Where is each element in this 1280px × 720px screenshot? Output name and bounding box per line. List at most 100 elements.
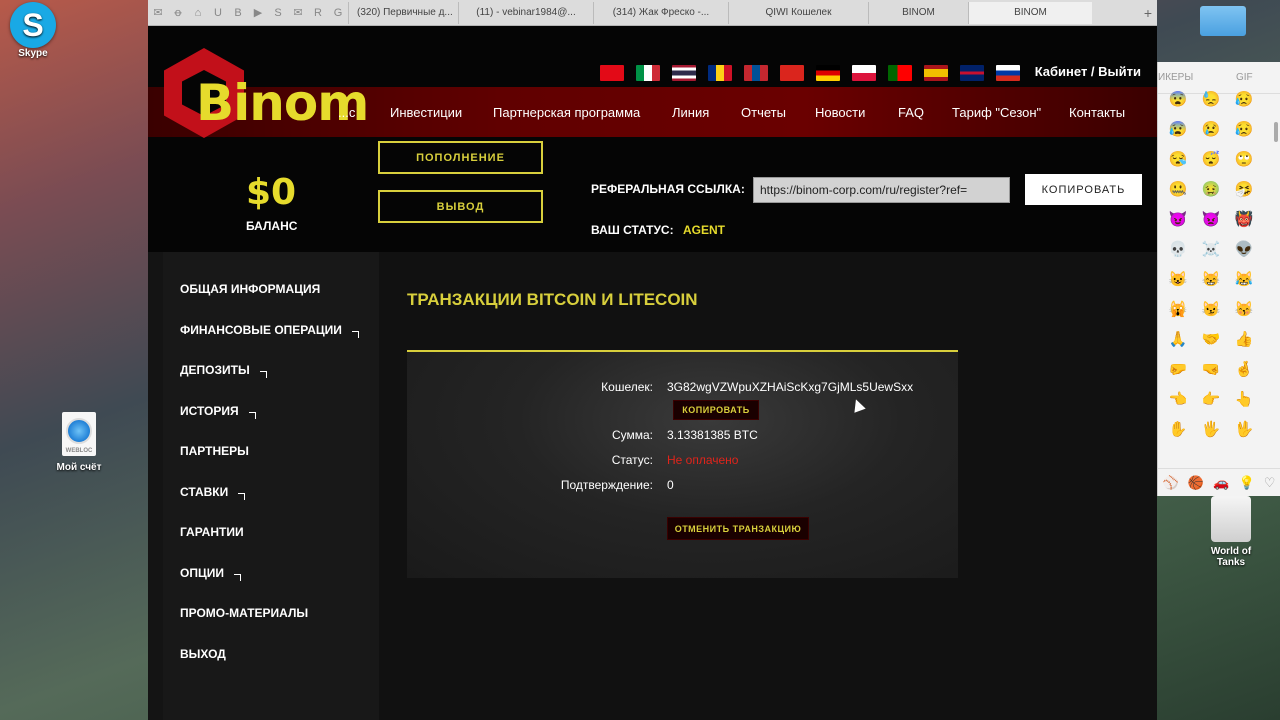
emoji-6[interactable]: 😪 (1168, 150, 1188, 170)
emoji-22[interactable]: 😼 (1201, 300, 1221, 320)
copy-wallet-button[interactable]: КОПИРОВАТЬ (673, 400, 759, 420)
emoji-7[interactable]: 😴 (1201, 150, 1221, 170)
emoji-3[interactable]: 😰 (1168, 120, 1188, 140)
sidebar-item-4[interactable]: ПАРТНЕРЫ (180, 444, 249, 458)
ok-pinned-icon[interactable]: ꝋ (168, 2, 188, 24)
emoji-0[interactable]: 😨 (1168, 90, 1188, 110)
emoji-31[interactable]: 👉 (1201, 390, 1221, 410)
emoji-10[interactable]: 🤢 (1201, 180, 1221, 200)
mail-pinned-icon[interactable]: ✉ (288, 2, 308, 24)
emoji-19[interactable]: 😸 (1201, 270, 1221, 290)
emoji-15[interactable]: 💀 (1168, 240, 1188, 260)
sidebar-item-1[interactable]: ФИНАНСОВЫЕ ОПЕРАЦИИ (180, 323, 359, 338)
webloc-desktop-icon[interactable]: WEBLOC Мой счёт (52, 412, 106, 473)
emoji-8[interactable]: 🙄 (1234, 150, 1254, 170)
world-of-tanks-desktop-icon[interactable]: World of Tanks (1196, 496, 1266, 568)
flag-mn-icon[interactable] (744, 65, 768, 81)
u-pinned-icon[interactable]: U (208, 2, 228, 24)
emoji-26[interactable]: 👍 (1234, 330, 1254, 350)
emoji-category-icon-2[interactable]: 🚗 (1213, 475, 1229, 491)
emoji-35[interactable]: 🖖 (1234, 420, 1254, 440)
cancel-transaction-button[interactable]: ОТМЕНИТЬ ТРАНЗАКЦИЮ (667, 517, 809, 540)
emoji-category-icon-4[interactable]: ♡ (1264, 475, 1276, 491)
new-tab-button[interactable]: + (1139, 5, 1157, 21)
flag-tr-icon[interactable] (600, 65, 624, 81)
emoji-2[interactable]: 😥 (1234, 90, 1254, 110)
sidebar-item-0[interactable]: ОБЩАЯ ИНФОРМАЦИЯ (180, 282, 320, 296)
flag-ru-icon[interactable] (996, 65, 1020, 81)
emoji-12[interactable]: 😈 (1168, 210, 1188, 230)
emoji-32[interactable]: 👆 (1234, 390, 1254, 410)
nav-item-line[interactable]: Линия (672, 105, 709, 120)
flag-th-icon[interactable] (672, 65, 696, 81)
sidebar-item-5[interactable]: СТАВКИ (180, 485, 246, 500)
referral-link-field[interactable]: https://binom-corp.com/ru/register?ref= (753, 177, 1010, 203)
emoji-13[interactable]: 👿 (1201, 210, 1221, 230)
flag-pl-icon[interactable] (852, 65, 876, 81)
emoji-29[interactable]: 🤞 (1234, 360, 1254, 380)
sidebar-item-9[interactable]: ВЫХОД (180, 647, 226, 661)
nav-item-contacts[interactable]: Контакты (1069, 105, 1125, 120)
withdraw-button[interactable]: ВЫВОД (378, 190, 543, 223)
emoji-25[interactable]: 🤝 (1201, 330, 1221, 350)
emoji-28[interactable]: 🤜 (1201, 360, 1221, 380)
tab-6-active[interactable]: BINOM (968, 1, 1092, 24)
folder-icon[interactable] (1200, 6, 1246, 36)
emoji-1[interactable]: 😓 (1201, 90, 1221, 110)
flag-vn-icon[interactable] (780, 65, 804, 81)
flag-ro-icon[interactable] (708, 65, 732, 81)
emoji-11[interactable]: 🤧 (1234, 180, 1254, 200)
emoji-5[interactable]: 😥 (1234, 120, 1254, 140)
skype-pinned-icon[interactable]: S (268, 2, 288, 24)
deposit-button[interactable]: ПОПОЛНЕНИЕ (378, 141, 543, 174)
emoji-9[interactable]: 🤐 (1168, 180, 1188, 200)
emoji-23[interactable]: 😽 (1234, 300, 1254, 320)
youtube-pinned-icon[interactable]: ▶ (248, 2, 268, 24)
tab-2[interactable]: (11) - vebinar1984@... (458, 1, 593, 24)
vk-pinned-icon[interactable]: B (228, 2, 248, 24)
sidebar-item-3[interactable]: ИСТОРИЯ (180, 404, 256, 419)
emoji-scrollbar[interactable] (1274, 122, 1278, 142)
emoji-33[interactable]: ✋ (1168, 420, 1188, 440)
emoji-18[interactable]: 😺 (1168, 270, 1188, 290)
tab-5[interactable]: BINOM (868, 1, 968, 24)
nav-item-reports[interactable]: Отчеты (741, 105, 786, 120)
gmail-pinned-icon[interactable]: ✉ (148, 2, 168, 24)
emoji-30[interactable]: 👈 (1168, 390, 1188, 410)
emoji-category-icon-1[interactable]: 🏀 (1188, 475, 1204, 491)
nav-item-0[interactable]: ...с (338, 105, 355, 120)
emoji-34[interactable]: 🖐️ (1201, 420, 1221, 440)
emoji-16[interactable]: ☠️ (1201, 240, 1221, 260)
emoji-24[interactable]: 🙏 (1168, 330, 1188, 350)
flag-es-icon[interactable] (924, 65, 948, 81)
sidebar-item-6[interactable]: ГАРАНТИИ (180, 525, 244, 539)
r-pinned-icon[interactable]: R (308, 2, 328, 24)
nav-item-faq[interactable]: FAQ (898, 105, 924, 120)
google-pinned-icon[interactable]: G (328, 2, 348, 24)
emoji-category-icon-3[interactable]: 💡 (1238, 475, 1254, 491)
cabinet-logout-link[interactable]: Кабинет / Выйти (1035, 64, 1141, 79)
tab-3[interactable]: (314) Жак Фреско -... (593, 1, 728, 24)
nav-item-partner[interactable]: Партнерская программа (493, 105, 640, 120)
nav-item-tariff[interactable]: Тариф "Сезон" (952, 105, 1041, 120)
emoji-4[interactable]: 😢 (1201, 120, 1221, 140)
tab-1[interactable]: (320) Первичные д... (348, 1, 458, 24)
sidebar-item-2[interactable]: ДЕПОЗИТЫ (180, 363, 267, 378)
emoji-14[interactable]: 👹 (1234, 210, 1254, 230)
sidebar-item-8[interactable]: ПРОМО-МАТЕРИАЛЫ (180, 606, 308, 620)
nav-item-investments[interactable]: Инвестиции (390, 105, 462, 120)
emoji-21[interactable]: 🙀 (1168, 300, 1188, 320)
tab-gif[interactable]: GIF (1236, 72, 1253, 83)
wallet-pinned-icon[interactable]: ⌂ (188, 2, 208, 24)
emoji-category-icon-0[interactable]: ⚾ (1163, 475, 1179, 491)
wallet-address[interactable]: 3G82wgVZWpuXZHAiScKxg7GjMLs5UewSxx (667, 380, 913, 394)
flag-gb-icon[interactable] (960, 65, 984, 81)
flag-de-icon[interactable] (816, 65, 840, 81)
tab-stickers[interactable]: ИКЕРЫ (1158, 72, 1193, 83)
copy-referral-button[interactable]: КОПИРОВАТЬ (1025, 174, 1142, 205)
tab-4[interactable]: QIWI Кошелек (728, 1, 868, 24)
flag-it-icon[interactable] (636, 65, 660, 81)
sidebar-item-7[interactable]: ОПЦИИ (180, 566, 241, 581)
emoji-20[interactable]: 😹 (1234, 270, 1254, 290)
flag-pt-icon[interactable] (888, 65, 912, 81)
